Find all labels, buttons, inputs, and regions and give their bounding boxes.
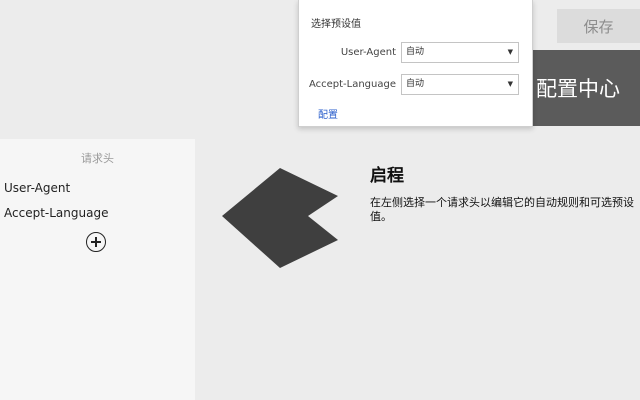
preset-row-user-agent: User-Agent 自动 ▼ [299, 42, 534, 64]
accept-language-select[interactable]: 自动 ▼ [401, 74, 519, 95]
preset-row-accept-language: Accept-Language 自动 ▼ [299, 74, 534, 96]
save-button[interactable]: 保存 [557, 9, 640, 43]
popup-title: 选择预设值 [311, 19, 361, 30]
user-agent-select[interactable]: 自动 ▼ [401, 42, 519, 63]
dropdown-caret-icon: ▼ [507, 48, 513, 56]
header-item-accept-language[interactable]: Accept-Language [4, 206, 108, 220]
page-description: 在左侧选择一个请求头以编辑它的自动规则和可选预设值。 [370, 196, 634, 223]
accept-language-select-value: 自动 [406, 79, 425, 89]
config-link[interactable]: 配置 [318, 106, 338, 121]
header-item-user-agent[interactable]: User-Agent [4, 181, 70, 195]
add-circle-icon[interactable] [86, 232, 106, 252]
page-title: 启程 [370, 166, 404, 186]
left-arrow-icon [222, 168, 338, 268]
config-center-banner: 配置中心 [532, 50, 640, 126]
preset-label-accept-language: Accept-Language [308, 79, 396, 90]
request-header-panel: 请求头 User-Agent Accept-Language [0, 139, 195, 400]
dropdown-caret-icon: ▼ [507, 80, 513, 88]
preset-popup: 选择预设值 User-Agent 自动 ▼ Accept-Language 自动… [298, 0, 533, 127]
user-agent-select-value: 自动 [406, 47, 425, 57]
preset-label-user-agent: User-Agent [340, 47, 396, 58]
panel-title: 请求头 [81, 152, 114, 165]
